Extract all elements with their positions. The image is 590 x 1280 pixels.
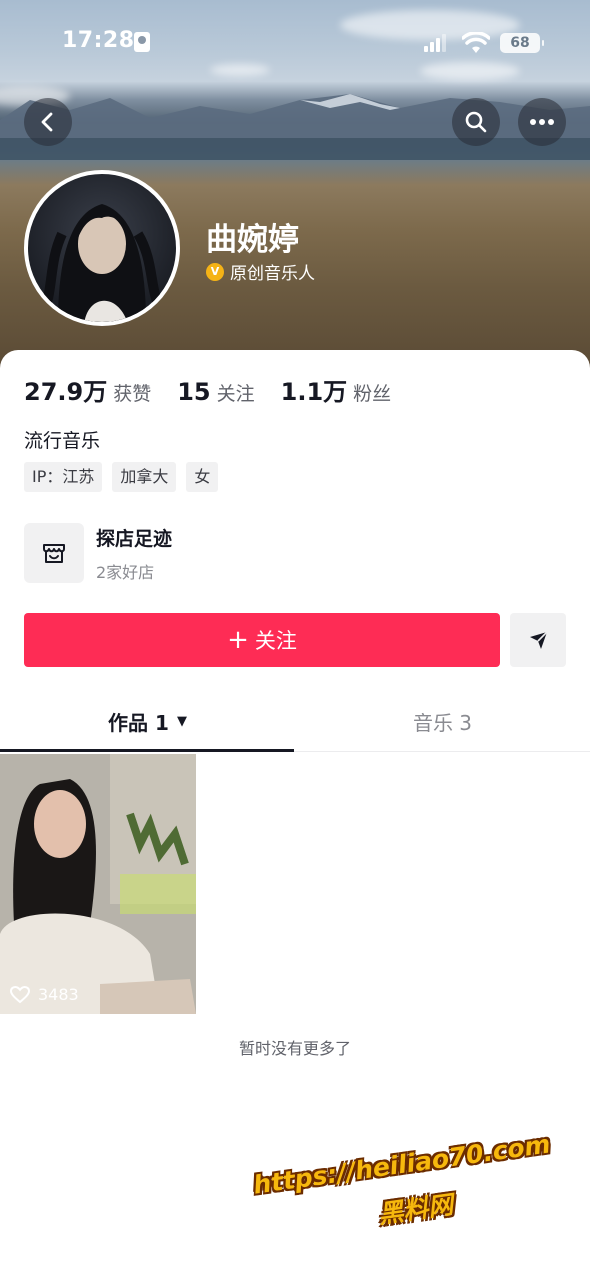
tab-works[interactable]: 作品 1 ▼ xyxy=(0,690,295,752)
search-button[interactable] xyxy=(452,98,500,146)
back-button[interactable] xyxy=(24,98,72,146)
follow-button[interactable]: + 关注 xyxy=(24,613,500,667)
profile-banner: 17:28 68 曲婉婷 V 原创音乐人 xyxy=(0,0,590,370)
store-visits-count: 2家好店 xyxy=(96,562,155,582)
tab-music[interactable]: 音乐 3 xyxy=(295,690,590,752)
stat-likes[interactable]: 27.9万 获赞 xyxy=(24,372,151,407)
heart-icon xyxy=(10,985,30,1003)
content-tabs: 作品 1 ▼ 音乐 3 xyxy=(0,690,590,752)
wifi-icon xyxy=(462,32,490,53)
verified-icon: V xyxy=(206,262,224,281)
tag-gender: 女 xyxy=(186,462,219,492)
contact-card-icon xyxy=(134,32,150,52)
profile-tags: IP：江苏 加拿大 女 xyxy=(24,462,219,492)
avatar-portrait xyxy=(37,204,169,322)
share-button[interactable] xyxy=(510,613,566,667)
share-icon xyxy=(530,631,548,649)
battery-indicator: 68 xyxy=(500,33,544,53)
video-preview-image xyxy=(0,754,196,1014)
active-tab-indicator xyxy=(0,749,294,752)
cellular-signal-icon xyxy=(424,34,446,52)
stat-label: 粉丝 xyxy=(353,383,392,405)
profile-bio: 流行音乐 xyxy=(24,430,101,452)
mountain-range xyxy=(0,94,590,160)
stat-value: 1.1万 xyxy=(280,378,348,406)
verified-label: 原创音乐人 xyxy=(230,264,315,284)
stat-followers[interactable]: 1.1万 粉丝 xyxy=(281,372,392,407)
stat-following[interactable]: 15 关注 xyxy=(177,378,254,406)
more-icon xyxy=(530,119,554,125)
store-icon xyxy=(24,523,84,583)
search-icon xyxy=(465,111,487,133)
stat-value: 15 xyxy=(177,378,211,406)
tab-music-label: 音乐 3 xyxy=(412,710,473,735)
store-visits-title: 探店足迹 xyxy=(96,527,173,550)
tag-ip-location: IP：江苏 xyxy=(24,462,103,492)
more-options-button[interactable] xyxy=(518,98,566,146)
profile-stats: 27.9万 获赞 15 关注 1.1万 粉丝 xyxy=(24,372,417,407)
video-thumbnail[interactable]: 3483 xyxy=(0,754,196,1014)
back-icon xyxy=(41,112,53,132)
follow-label: 关注 xyxy=(254,629,297,653)
avatar[interactable] xyxy=(24,170,180,326)
tag-region: 加拿大 xyxy=(112,462,177,492)
verified-badge: V 原创音乐人 xyxy=(206,259,315,284)
video-likes-count: 3483 xyxy=(38,985,79,1004)
stat-label: 关注 xyxy=(216,383,255,405)
store-glyph xyxy=(43,544,65,563)
profile-name: 曲婉婷 xyxy=(206,222,299,258)
stat-label: 获赞 xyxy=(113,383,152,405)
tab-works-label: 作品 1 xyxy=(108,710,169,735)
store-visits-entry[interactable]: 探店足迹 2家好店 xyxy=(24,522,564,584)
caret-down-icon: ▼ xyxy=(176,713,187,729)
stat-value: 27.9万 xyxy=(24,378,108,406)
end-of-list-note: 暂时没有更多了 xyxy=(238,1039,351,1058)
status-time: 17:28 xyxy=(62,28,135,53)
video-likes: 3483 xyxy=(10,985,79,1004)
plus-icon: + xyxy=(227,625,249,655)
